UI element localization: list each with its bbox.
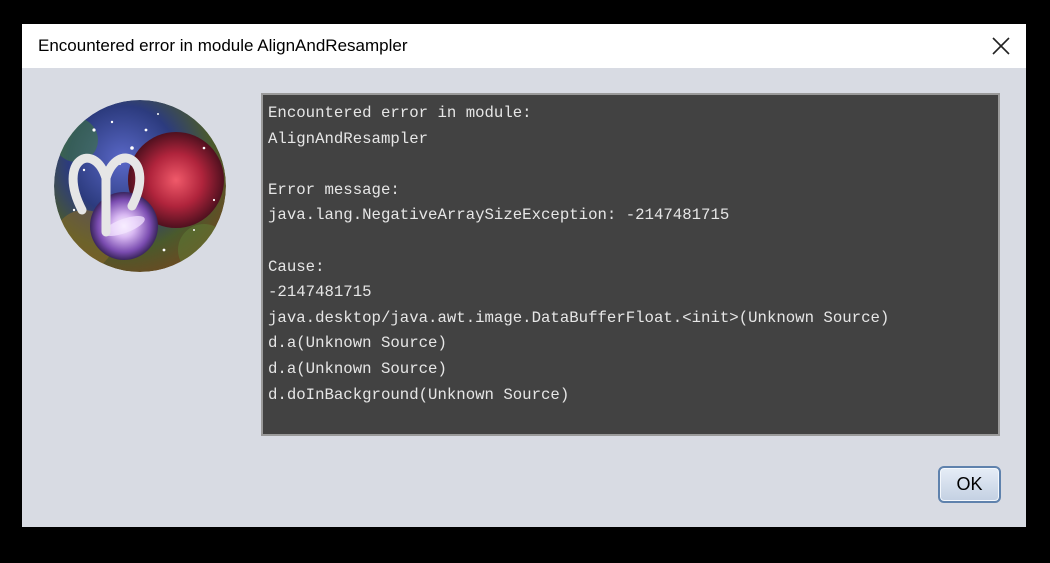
log-line: d.doInBackground(Unknown Source)	[268, 385, 570, 404]
log-line: d.a(Unknown Source)	[268, 334, 447, 353]
log-line: Error message:	[268, 180, 400, 199]
log-line: d.a(Unknown Source)	[268, 359, 447, 378]
log-line: java.desktop/java.awt.image.DataBufferFl…	[268, 308, 890, 327]
error-log-panel[interactable]: Encountered error in module: AlignAndRes…	[261, 93, 1000, 436]
log-line: java.lang.NegativeArraySizeException: -2…	[268, 206, 730, 225]
close-icon	[992, 37, 1010, 55]
aries-logo-icon	[54, 100, 226, 272]
ok-button[interactable]: OK	[938, 466, 1001, 503]
log-line: Cause:	[268, 257, 325, 276]
title-bar[interactable]: Encountered error in module AlignAndResa…	[22, 24, 1026, 68]
dialog-title: Encountered error in module AlignAndResa…	[38, 36, 408, 55]
error-log-text: Encountered error in module: AlignAndRes…	[263, 95, 998, 408]
error-dialog: Encountered error in module AlignAndResa…	[22, 24, 1026, 527]
log-line: -2147481715	[268, 283, 372, 302]
log-line: AlignAndResampler	[268, 129, 429, 148]
close-button[interactable]	[976, 24, 1026, 68]
log-line: Encountered error in module:	[268, 104, 532, 122]
